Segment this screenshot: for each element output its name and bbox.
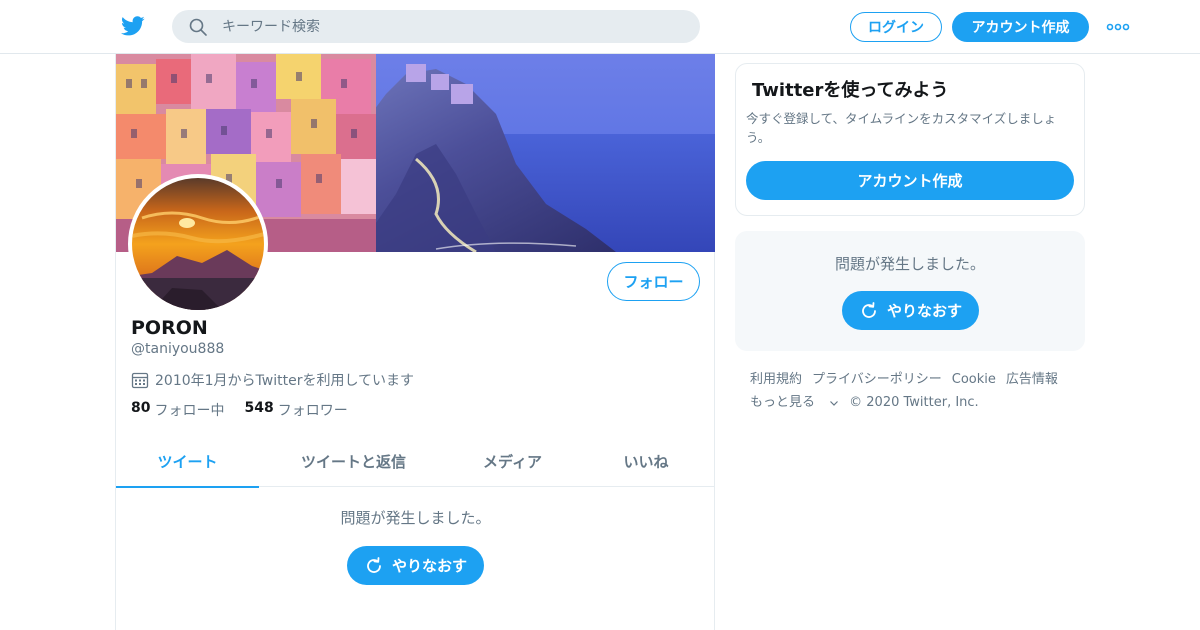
signup-card-button[interactable]: アカウント作成 xyxy=(746,161,1074,200)
sidebar-error-message: 問題が発生しました。 xyxy=(834,255,985,273)
sidebar-footer: 利用規約 プライバシーポリシー Cookie 広告情報 もっと見る © 2020… xyxy=(750,368,1090,414)
followers-stat[interactable]: 548 フォロワー xyxy=(244,400,347,420)
search-icon xyxy=(189,18,207,36)
sidebar-error-card: 問題が発生しました。 やりなおす xyxy=(735,231,1085,351)
signup-card-title: Twitterを使ってみよう xyxy=(752,80,949,101)
more-options-icon[interactable] xyxy=(1106,19,1130,35)
sunset-avatar-image xyxy=(132,178,264,310)
footer-copyright: © 2020 Twitter, Inc. xyxy=(849,395,979,410)
tab-tweets-and-replies[interactable]: ツイートと返信 xyxy=(259,436,448,487)
footer-link-ads-info[interactable]: 広告情報 xyxy=(1006,368,1058,391)
profile-tabs: ツイート ツイートと返信 メディア いいね xyxy=(116,436,715,488)
search-bar[interactable] xyxy=(172,10,700,43)
refresh-icon xyxy=(862,301,876,318)
signup-button[interactable]: アカウント作成 xyxy=(952,12,1089,42)
search-input[interactable] xyxy=(222,18,662,35)
footer-link-privacy[interactable]: プライバシーポリシー xyxy=(812,368,942,391)
profile-name: PORON xyxy=(131,317,208,339)
calendar-icon xyxy=(131,372,149,389)
profile-stats: 80 フォロー中 548 フォロワー xyxy=(131,400,368,420)
tab-likes[interactable]: いいね xyxy=(577,436,715,487)
tab-tweets[interactable]: ツイート xyxy=(116,436,259,488)
footer-link-terms[interactable]: 利用規約 xyxy=(750,368,802,391)
timeline-error-message: 問題が発生しました。 xyxy=(340,509,491,527)
profile-column: フォロー PORON @taniyou888 2010年1月からTwitterを… xyxy=(115,54,715,630)
refresh-icon xyxy=(367,556,381,573)
timeline-retry-label: やりなおす xyxy=(391,557,467,575)
top-bar: ログイン アカウント作成 xyxy=(0,0,1200,54)
signup-card: Twitterを使ってみよう 今すぐ登録して、タイムラインをカスタマイズしましょ… xyxy=(735,63,1085,216)
login-button[interactable]: ログイン xyxy=(850,12,942,42)
join-date: 2010年1月からTwitterを利用しています xyxy=(131,370,414,390)
footer-more-label: もっと見る xyxy=(750,395,816,410)
following-count: 80 xyxy=(131,400,151,416)
twitter-logo-icon[interactable] xyxy=(120,14,146,38)
chevron-down-icon xyxy=(830,400,839,406)
followers-label: フォロワー xyxy=(277,403,348,419)
tab-media[interactable]: メディア xyxy=(448,436,577,487)
timeline-retry-button[interactable]: やりなおす xyxy=(347,546,484,585)
footer-link-cookie[interactable]: Cookie xyxy=(952,368,996,391)
followers-count: 548 xyxy=(244,400,274,416)
sidebar-retry-label: やりなおす xyxy=(886,302,962,320)
profile-handle[interactable]: @taniyou888 xyxy=(131,341,224,357)
signup-card-description: 今すぐ登録して、タイムラインをカスタマイズしましょう。 xyxy=(746,111,1057,145)
profile-avatar[interactable] xyxy=(128,174,268,314)
following-label: フォロー中 xyxy=(154,403,225,419)
sidebar-retry-button[interactable]: やりなおす xyxy=(842,291,979,330)
footer-more-link[interactable]: もっと見る xyxy=(750,391,839,414)
following-stat[interactable]: 80 フォロー中 xyxy=(131,400,224,420)
follow-button[interactable]: フォロー xyxy=(607,262,700,301)
join-date-text: 2010年1月からTwitterを利用しています xyxy=(155,373,415,389)
